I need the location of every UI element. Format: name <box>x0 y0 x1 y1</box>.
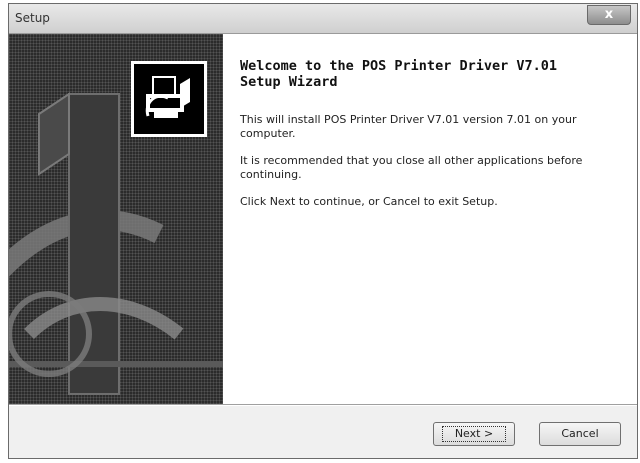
wizard-text-area: Welcome to the POS Printer Driver V7.01 … <box>240 58 630 222</box>
next-button[interactable]: Next > <box>433 422 515 446</box>
heading-line-1: Welcome to the POS Printer Driver V7.01 <box>240 58 557 74</box>
heading-line-2: Setup Wizard <box>240 74 338 90</box>
printer-logo <box>131 61 207 137</box>
wizard-side-banner <box>9 34 223 404</box>
setup-window: Setup x Welcome to the POS Printer Drive… <box>8 3 638 459</box>
close-button[interactable]: x <box>587 5 631 25</box>
next-button-label: Next > <box>441 426 507 442</box>
wizard-content: Welcome to the POS Printer Driver V7.01 … <box>9 34 637 404</box>
close-apps-recommendation: It is recommended that you close all oth… <box>240 154 583 181</box>
wizard-heading: Welcome to the POS Printer Driver V7.01 … <box>240 58 630 90</box>
continue-instruction: Click Next to continue, or Cancel to exi… <box>240 195 498 208</box>
window-title: Setup <box>15 11 50 25</box>
printer-installer-icon <box>145 76 190 118</box>
title-bar[interactable]: Setup x <box>9 4 637 34</box>
cancel-button[interactable]: Cancel <box>539 422 621 446</box>
footer-separator <box>9 404 637 406</box>
install-description: This will install POS Printer Driver V7.… <box>240 113 577 140</box>
close-icon: x <box>604 7 614 22</box>
